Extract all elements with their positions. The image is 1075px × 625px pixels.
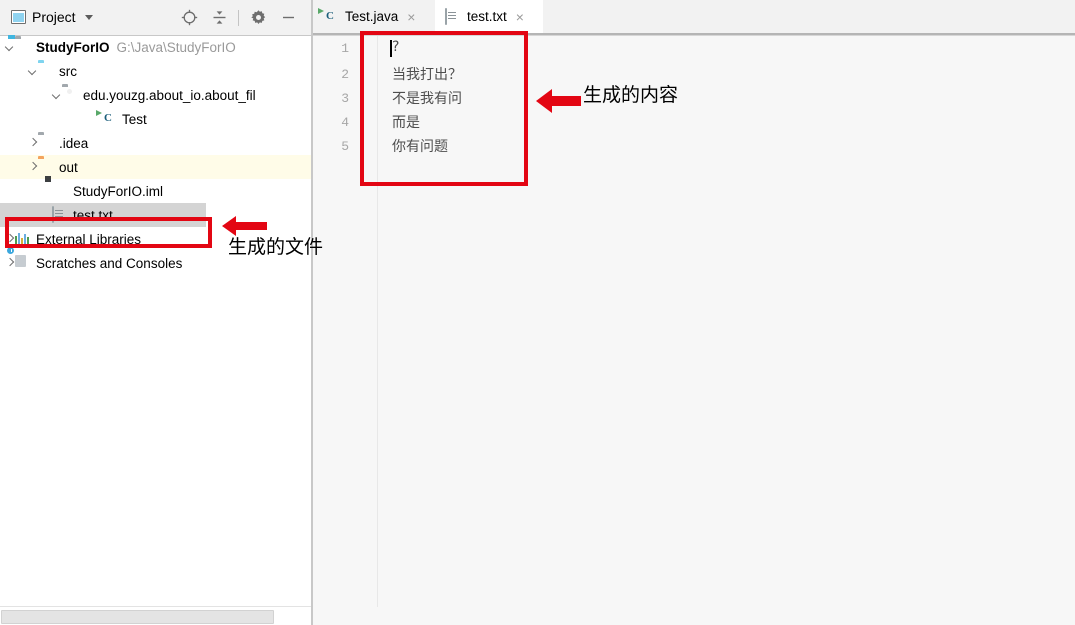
tree-item-label: out [59, 159, 78, 175]
tree-item-label: test.txt [73, 207, 113, 223]
project-tool-window: Project StudyForIO G:\Java\StudyForIO sr… [0, 0, 311, 625]
tab-test-txt[interactable]: test.txt × [435, 0, 543, 33]
tree-item-label: Scratches and Consoles [36, 255, 183, 271]
editor-content-annotation-label: 生成的内容 [583, 84, 679, 106]
code-line: 当我打出？ [392, 67, 462, 83]
editor-gutter[interactable]: 1 2 3 4 5 [313, 36, 378, 607]
expand-arrow-icon[interactable] [4, 42, 15, 53]
tree-item-label: StudyForIO [36, 39, 110, 55]
collapse-arrow-icon[interactable] [4, 258, 15, 269]
tree-row-test-class[interactable]: C Test [0, 107, 311, 131]
tab-label: test.txt [467, 9, 507, 24]
iml-file-icon [52, 183, 68, 199]
editor-tab-bar: C Test.java × test.txt × [313, 0, 1075, 33]
code-line: 你有问题 [392, 139, 448, 155]
excluded-folder-icon [38, 159, 54, 175]
line-number: 2 [341, 67, 349, 82]
line-number: 3 [341, 91, 349, 106]
tree-row-src[interactable]: src [0, 59, 311, 83]
line-number: 4 [341, 115, 349, 130]
tree-row-idea[interactable]: .idea [0, 131, 311, 155]
expand-arrow-icon[interactable] [51, 90, 62, 101]
tree-item-label: Test [122, 111, 147, 127]
tab-test-java[interactable]: C Test.java × [313, 0, 435, 33]
intellij-idea-window: Project StudyForIO G:\Java\StudyForIO sr… [0, 0, 1075, 625]
code-line: 而是 [392, 115, 420, 131]
line-number: 1 [341, 41, 349, 56]
chevron-down-icon[interactable] [84, 14, 93, 20]
project-panel-horizontal-scrollbar[interactable] [0, 606, 311, 625]
collapse-arrow-icon[interactable] [27, 138, 38, 149]
close-icon[interactable]: × [516, 9, 524, 25]
project-panel-title: Project [32, 9, 76, 25]
expand-arrow-icon[interactable] [27, 66, 38, 77]
project-panel-toolbar: Project [0, 0, 311, 36]
editor-text-content[interactable]: ? 当我打出？ 不是我有问 而是 你有问题 [378, 36, 1075, 607]
collapse-all-icon[interactable] [204, 3, 234, 33]
source-folder-icon [38, 63, 54, 79]
code-line: 不是我有问 [392, 91, 462, 107]
tree-row-package[interactable]: edu.youzg.about_io.about_fil [0, 83, 311, 107]
tree-item-label: .idea [59, 135, 89, 151]
tree-row-iml[interactable]: StudyForIO.iml [0, 179, 311, 203]
panel-toolbar-icons [174, 0, 303, 35]
module-path-label: G:\Java\StudyForIO [116, 39, 236, 55]
tree-item-label: StudyForIO.iml [73, 183, 164, 199]
java-class-icon: C [96, 110, 117, 127]
scrollbar-thumb[interactable] [1, 610, 274, 624]
code-line: ? [392, 39, 400, 55]
locate-icon[interactable] [174, 3, 204, 33]
collapse-arrow-icon[interactable] [4, 234, 15, 245]
collapse-arrow-icon[interactable] [27, 162, 38, 173]
folder-icon [38, 135, 54, 151]
settings-gear-icon[interactable] [243, 3, 273, 33]
libraries-icon [15, 231, 31, 247]
text-file-icon [445, 7, 461, 25]
editor-area: C Test.java × test.txt × 1 2 3 4 5 ? 当我打… [313, 0, 1075, 625]
java-class-icon: C [318, 7, 339, 25]
scratches-icon [6, 246, 31, 271]
tree-item-label: src [59, 63, 77, 79]
project-view-selector[interactable]: Project [8, 6, 96, 28]
close-icon[interactable]: × [407, 9, 415, 25]
toolbar-separator [238, 9, 239, 26]
module-folder-icon [15, 39, 31, 55]
tab-label: Test.java [345, 9, 399, 24]
tree-row-studyforio[interactable]: StudyForIO G:\Java\StudyForIO [0, 35, 311, 59]
tree-row-test-txt[interactable]: test.txt [0, 203, 206, 227]
generated-file-annotation-label: 生成的文件 [228, 236, 324, 258]
package-folder-icon [62, 87, 78, 103]
line-number: 5 [341, 139, 349, 154]
tree-item-label: External Libraries [36, 231, 142, 247]
project-tree[interactable]: StudyForIO G:\Java\StudyForIO src edu.yo… [0, 35, 311, 607]
hide-panel-icon[interactable] [273, 3, 303, 33]
project-window-icon [11, 10, 26, 24]
text-file-icon [52, 206, 68, 223]
tree-item-label: edu.youzg.about_io.about_fil [83, 87, 256, 103]
